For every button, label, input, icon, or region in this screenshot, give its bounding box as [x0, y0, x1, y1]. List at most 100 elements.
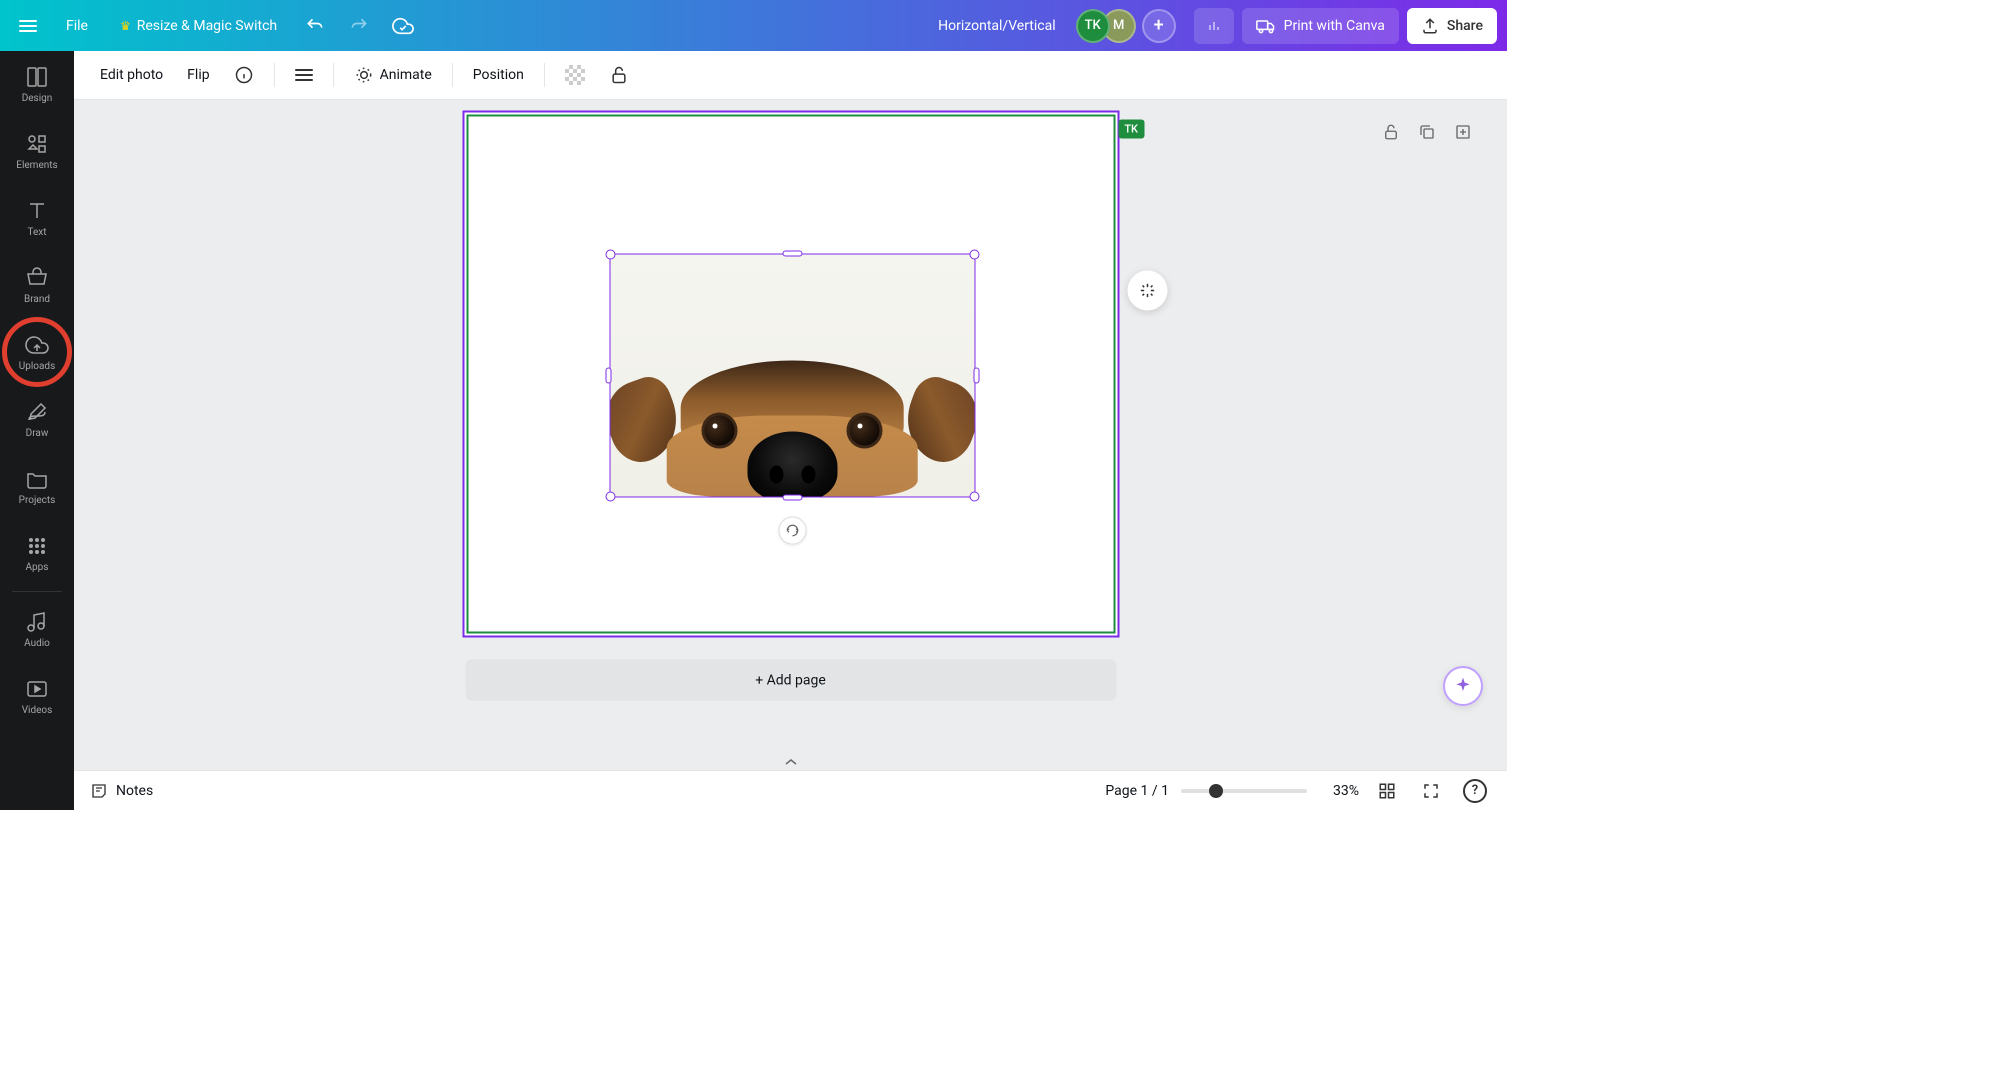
sidebar-label: Design: [22, 93, 53, 104]
sidebar-item-apps[interactable]: Apps: [0, 520, 74, 587]
ai-suggestions-button[interactable]: [1127, 271, 1167, 311]
sidebar-label: Elements: [16, 160, 57, 171]
add-collaborator-button[interactable]: +: [1142, 9, 1176, 43]
top-header: File ♛ Resize & Magic Switch Horizontal/…: [0, 0, 1507, 51]
hamburger-icon: [19, 20, 37, 32]
uploads-icon: [25, 333, 49, 357]
share-label: Share: [1447, 18, 1483, 34]
sidebar-divider: [12, 591, 62, 592]
add-page-button[interactable]: [1449, 118, 1477, 146]
brand-icon: [25, 266, 49, 290]
lock-button[interactable]: [599, 57, 639, 93]
redo-button[interactable]: [341, 8, 377, 44]
toolbar-divider: [544, 63, 545, 87]
notes-button[interactable]: Notes: [90, 782, 153, 800]
main-menu-button[interactable]: [10, 8, 46, 44]
sidebar-label: Draw: [26, 428, 49, 439]
add-page-bar-button[interactable]: + Add page: [465, 660, 1116, 701]
resize-handle-ml[interactable]: [605, 368, 611, 384]
content-area: Edit photo Flip Animate Position: [74, 51, 1507, 810]
zoom-slider[interactable]: [1181, 789, 1307, 793]
info-button[interactable]: [224, 57, 264, 93]
page-indicator[interactable]: Page 1 / 1: [1105, 783, 1169, 799]
resize-handle-br[interactable]: [969, 492, 979, 502]
bar-chart-icon: [1208, 17, 1220, 35]
fullscreen-button[interactable]: [1415, 775, 1447, 807]
rotate-handle[interactable]: [778, 517, 806, 545]
help-button[interactable]: ?: [1459, 775, 1491, 807]
zoom-thumb[interactable]: [1209, 784, 1223, 798]
chevron-up-icon: [785, 758, 797, 766]
sidebar-item-elements[interactable]: Elements: [0, 118, 74, 185]
sidebar-label: Audio: [24, 638, 50, 649]
layers-button[interactable]: [285, 61, 323, 89]
share-button[interactable]: Share: [1407, 8, 1497, 44]
project-name[interactable]: Horizontal/Vertical: [926, 18, 1068, 34]
flip-button[interactable]: Flip: [177, 59, 219, 91]
sidebar-item-text[interactable]: Text: [0, 185, 74, 252]
text-icon: [25, 199, 49, 223]
magic-assistant-button[interactable]: [1443, 666, 1483, 706]
resize-handle-top[interactable]: [782, 251, 802, 257]
sidebar-item-uploads[interactable]: Uploads: [0, 319, 74, 386]
sidebar-item-brand[interactable]: Brand: [0, 252, 74, 319]
sidebar-item-design[interactable]: Design: [0, 51, 74, 118]
duplicate-page-button[interactable]: [1413, 118, 1441, 146]
toolbar-divider: [333, 63, 334, 87]
selected-image-element[interactable]: [609, 254, 975, 498]
zoom-percentage[interactable]: 33%: [1319, 783, 1359, 799]
canvas-page[interactable]: TK: [462, 111, 1119, 638]
position-button[interactable]: Position: [463, 59, 534, 91]
resize-handle-tl[interactable]: [605, 250, 615, 260]
undo-button[interactable]: [297, 8, 333, 44]
sidebar-item-draw[interactable]: Draw: [0, 386, 74, 453]
fullscreen-icon: [1422, 782, 1440, 800]
resize-magic-switch-button[interactable]: ♛ Resize & Magic Switch: [108, 10, 289, 42]
insights-button[interactable]: [1194, 8, 1234, 44]
videos-icon: [25, 677, 49, 701]
file-menu-button[interactable]: File: [54, 10, 100, 42]
sidebar-item-videos[interactable]: Videos: [0, 663, 74, 730]
transparency-button[interactable]: [555, 57, 595, 93]
notes-label: Notes: [116, 783, 153, 799]
sidebar-label: Text: [27, 227, 46, 238]
dog-photo: [610, 361, 974, 497]
resize-handle-bl[interactable]: [605, 492, 615, 502]
rotate-icon: [785, 524, 799, 538]
animate-icon: [354, 65, 374, 85]
bottom-bar: Notes Page 1 / 1 33% ?: [74, 770, 1507, 810]
edit-photo-button[interactable]: Edit photo: [90, 59, 173, 91]
toolbar-divider: [452, 63, 453, 87]
print-with-canva-button[interactable]: Print with Canva: [1242, 8, 1399, 44]
collaborator-avatars: TK M +: [1076, 9, 1176, 43]
print-label: Print with Canva: [1284, 18, 1385, 34]
transparency-icon: [565, 65, 585, 85]
page-collaborator-badge: TK: [1118, 120, 1144, 139]
truck-icon: [1256, 16, 1276, 36]
resize-handle-bottom[interactable]: [782, 495, 802, 501]
sidebar-label: Apps: [26, 562, 49, 573]
resize-handle-mr[interactable]: [973, 368, 979, 384]
cloud-sync-button[interactable]: [385, 8, 421, 44]
layers-icon: [295, 69, 313, 81]
apps-icon: [25, 534, 49, 558]
avatar-user-1[interactable]: TK: [1076, 9, 1110, 43]
app-root: File ♛ Resize & Magic Switch Horizontal/…: [0, 0, 1507, 810]
notes-icon: [90, 782, 108, 800]
grid-view-button[interactable]: [1371, 775, 1403, 807]
animate-label: Animate: [380, 67, 432, 83]
design-icon: [25, 65, 49, 89]
canvas-area[interactable]: TK: [74, 100, 1507, 770]
left-sidebar: Design Elements Text Brand: [0, 51, 74, 810]
lock-page-button[interactable]: [1377, 118, 1405, 146]
main-layout: Design Elements Text Brand: [0, 51, 1507, 810]
expand-timeline-button[interactable]: [771, 754, 811, 770]
sidebar-item-projects[interactable]: Projects: [0, 453, 74, 520]
page-controls: [1377, 118, 1477, 146]
resize-handle-tr[interactable]: [969, 250, 979, 260]
audio-icon: [25, 610, 49, 634]
animate-button[interactable]: Animate: [344, 57, 442, 93]
zoom-track[interactable]: [1181, 789, 1307, 793]
sparkle-icon: [1453, 676, 1473, 696]
sidebar-item-audio[interactable]: Audio: [0, 596, 74, 663]
